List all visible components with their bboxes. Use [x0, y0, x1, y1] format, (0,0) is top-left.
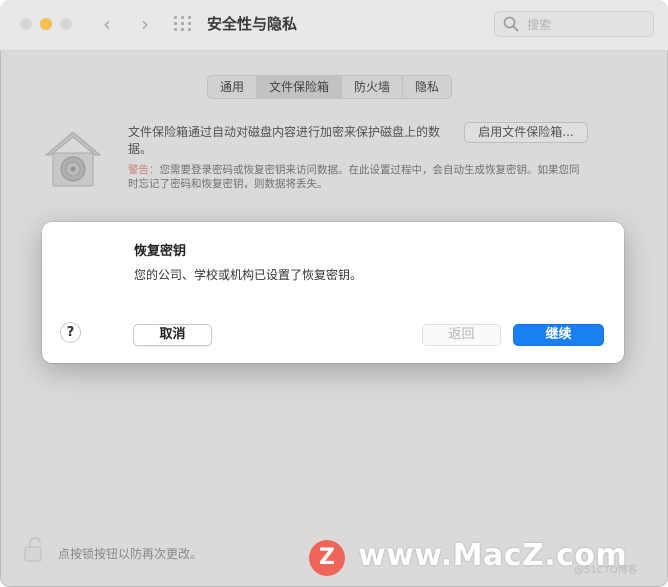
dialog-title: 恢复密钥	[134, 244, 187, 259]
close-window-button[interactable]	[20, 18, 32, 30]
zoom-window-button[interactable]	[60, 18, 72, 30]
search-icon	[503, 16, 519, 32]
forward-chevron-icon[interactable]: ›	[134, 13, 156, 35]
dialog-message: 您的公司、学校或机构已设置了恢复密钥。	[134, 268, 363, 282]
lock-hint-text: 点按锁按钮以防再次更改。	[58, 547, 203, 561]
watermark-logo: Z	[309, 540, 345, 576]
minimize-window-button[interactable]	[40, 18, 52, 30]
title-bar: ‹ › 安全性与隐私	[0, 0, 668, 51]
system-preferences-window: ‹ › 安全性与隐私 通用 文件保险箱 防火墙 隐私 文件保险箱通过自动对磁盘内…	[0, 0, 668, 587]
help-button[interactable]: ?	[60, 322, 81, 343]
lock-open-icon[interactable]	[24, 535, 44, 563]
search-box[interactable]	[494, 11, 654, 37]
cancel-button[interactable]: 取消	[133, 324, 212, 346]
recovery-key-dialog: 恢复密钥 您的公司、学校或机构已设置了恢复密钥。 ? 取消 返回 继续	[42, 222, 624, 363]
watermark-credit: @51CTO博客	[574, 565, 638, 576]
window-title: 安全性与隐私	[207, 15, 298, 33]
back-chevron-icon[interactable]: ‹	[96, 13, 118, 35]
show-all-grid-icon[interactable]	[174, 16, 192, 32]
continue-button[interactable]: 继续	[513, 324, 604, 346]
search-input[interactable]	[525, 14, 649, 36]
back-button[interactable]: 返回	[422, 324, 501, 346]
